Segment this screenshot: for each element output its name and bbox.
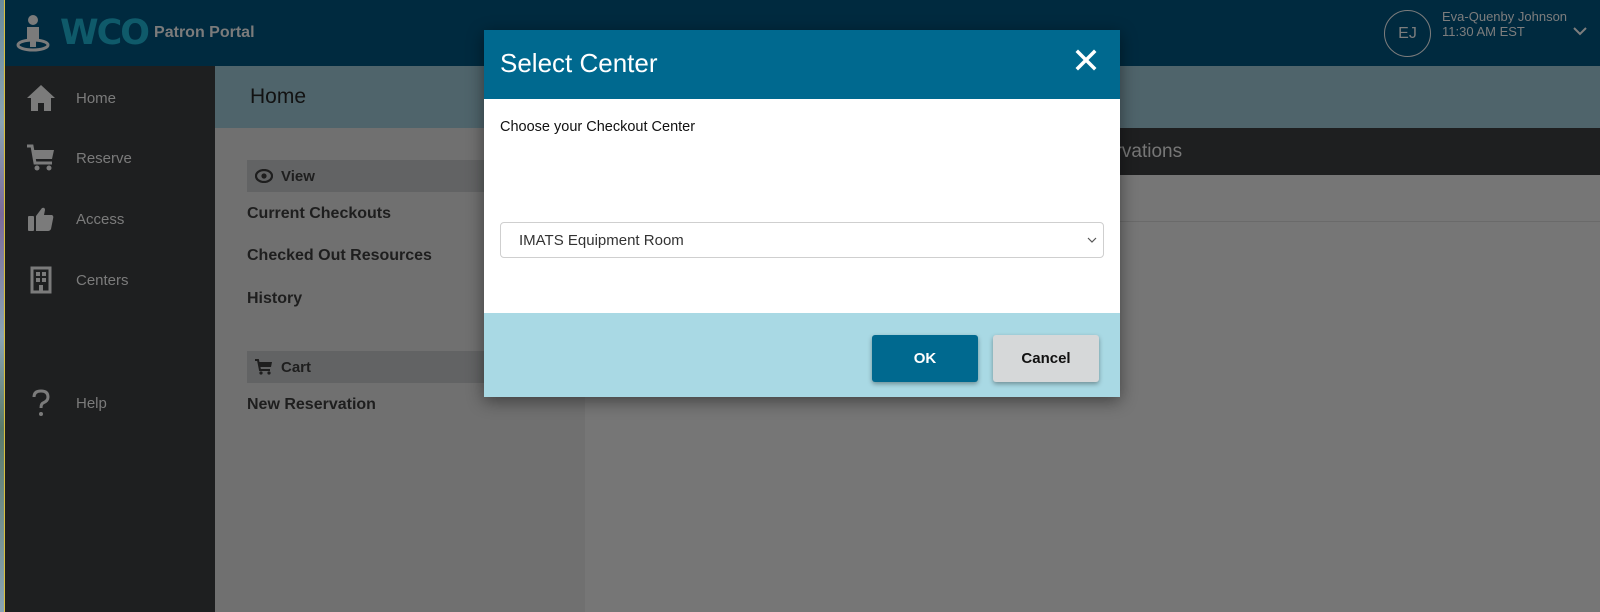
thumbs-up-icon [24,202,58,236]
dialog-footer: OK Cancel [484,313,1120,397]
sidebar-item-help[interactable]: Help [5,383,215,423]
sidebar-item-centers[interactable]: Centers [5,260,215,300]
sidebar: Home Reserve Access Centers Help [5,66,215,612]
user-avatar[interactable]: EJ [1384,10,1431,57]
chevron-down-icon [1087,237,1097,243]
sidebar-item-reserve[interactable]: Reserve [5,138,215,178]
sidebar-item-label: Centers [76,271,129,289]
dialog-title: Select Center [500,48,658,78]
eye-icon [255,167,273,185]
question-icon [24,386,58,420]
page-title: Home [250,85,307,108]
user-time: 11:30 AM EST [1442,24,1525,39]
link-history[interactable]: History [247,290,302,308]
link-current-checkouts[interactable]: Current Checkouts [247,205,391,223]
cancel-button[interactable]: Cancel [993,335,1099,382]
brand[interactable]: WCO Patron Portal [16,10,255,56]
sidebar-item-label: Home [76,89,117,107]
patron-person-icon [16,15,50,52]
sidebar-item-access[interactable]: Access [5,199,215,239]
link-new-reservation[interactable]: New Reservation [247,396,376,414]
sidebar-item-home[interactable]: Home [5,78,215,118]
sidebar-item-label: Help [76,394,107,412]
sidebar-item-label: Access [76,210,125,228]
building-icon [24,263,58,297]
cart-icon [24,141,58,175]
close-icon[interactable] [1074,48,1098,72]
logo-subtitle: Patron Portal [154,24,255,41]
link-checked-out-resources[interactable]: Checked Out Resources [247,247,432,265]
home-icon [24,81,58,115]
dialog-header: Select Center [484,30,1120,99]
user-initials: EJ [1398,24,1417,42]
window-edge-strip [0,0,5,612]
user-name: Eva-Quenby Johnson [1442,9,1568,24]
sidebar-item-label: Reserve [76,149,132,167]
ok-button[interactable]: OK [872,335,978,382]
cart-icon [255,358,273,376]
select-value: IMATS Equipment Room [519,231,684,249]
dialog-prompt: Choose your Checkout Center [500,119,696,135]
select-center-dialog: Select Center Choose your Checkout Cente… [484,30,1120,397]
checkout-center-select[interactable]: IMATS Equipment Room [500,222,1104,258]
logo-text: WCO [60,13,150,53]
cart-section-label: Cart [281,358,312,376]
chevron-down-icon[interactable] [1572,24,1588,38]
view-section-label: View [281,167,315,185]
